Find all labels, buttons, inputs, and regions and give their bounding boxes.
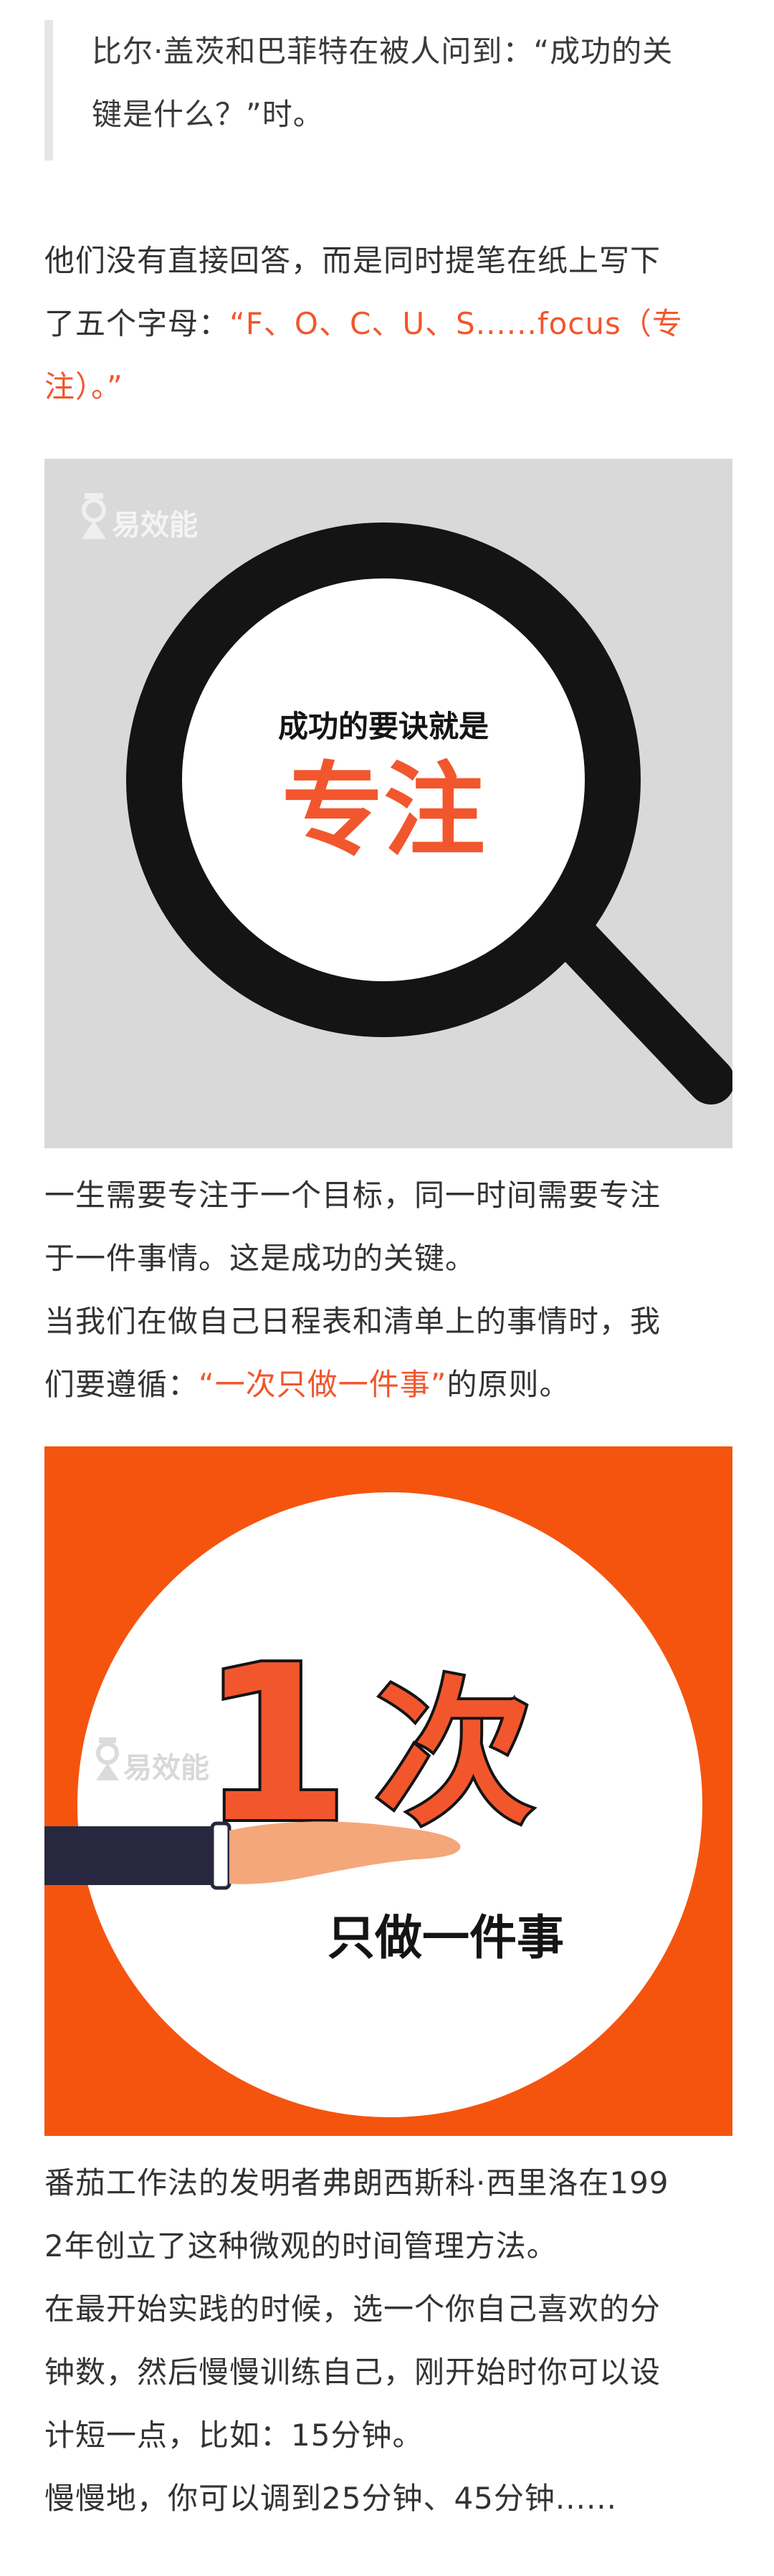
one-thing-svg: 易效能 1 次 只做一件事 <box>44 1492 702 2117</box>
magnifier-subtitle: 成功的要诀就是 <box>278 709 489 744</box>
focus-highlight-end: 注）。” <box>44 369 123 404</box>
blockquote: 比尔·盖茨和巴菲特在被人问到：“成功的关 键是什么？”时。 <box>44 20 732 161</box>
quote-line-2: 键是什么？”时。 <box>92 97 324 132</box>
paragraph-2-line-3: 当我们在做自己日程表和清单上的事情时，我 <box>44 1304 661 1339</box>
one-thing-highlight: “一次只做一件事” <box>199 1367 447 1402</box>
big-char: 次 <box>376 1662 533 1846</box>
paragraph-2-text-b: 的原则。 <box>446 1367 570 1402</box>
paragraph-3-line-1: 番茄工作法的发明者弗朗西斯科·西里洛在199 <box>44 2165 669 2200</box>
one-thing-illustration: 易效能 1 次 只做一件事 <box>44 1446 732 2136</box>
paragraph-2-line-1: 一生需要专注于一个目标，同一时间需要专注 <box>44 1178 661 1213</box>
paragraph-1-text: 了五个字母： <box>44 306 230 341</box>
caption: 只做一件事 <box>328 1910 564 1965</box>
watermark-text: 易效能 <box>123 1752 209 1785</box>
paragraph-1-line-1: 他们没有直接回答，而是同时提笔在纸上写下 <box>44 243 661 278</box>
watermark-logo-icon <box>82 493 106 539</box>
magnifier-svg: 易效能 成功的要诀就是 专注 <box>82 493 732 1105</box>
paragraph-2-text-a: 们要遵循： <box>44 1367 199 1402</box>
magnifier-illustration: 易效能 成功的要诀就是 专注 <box>44 459 732 1148</box>
paragraph-3-line-2: 2年创立了这种微观的时间管理方法。 <box>44 2228 558 2263</box>
paragraph-2-line-4: 们要遵循：“一次只做一件事”的原则。 <box>44 1353 732 1416</box>
paragraph-2-line-2: 于一件事情。这是成功的关键。 <box>44 1241 477 1276</box>
paragraph-3-line-3: 在最开始实践的时候，选一个你自己喜欢的分 <box>44 2291 661 2327</box>
paragraph-3-line-6: 慢慢地，你可以调到25分钟、45分钟...... <box>44 2481 617 2516</box>
paragraph-1-line-2: 了五个字母：“F、O、C、U、S......focus（专 <box>44 292 732 356</box>
paragraph-1-line-3: 注）。” <box>44 356 732 419</box>
watermark-text: 易效能 <box>112 509 198 542</box>
magnifier-title: 专注 <box>282 752 485 870</box>
article-page: 比尔·盖茨和巴菲特在被人问到：“成功的关 键是什么？”时。 他们没有直接回答，而… <box>0 0 774 2576</box>
sleeve <box>44 1826 224 1885</box>
cuff <box>210 1821 231 1890</box>
quote-line-1: 比尔·盖茨和巴菲特在被人问到：“成功的关 <box>92 34 674 69</box>
focus-highlight: “F、O、C、U、S......focus（专 <box>229 306 683 341</box>
paragraph-3-line-5: 计短一点，比如：15分钟。 <box>44 2418 424 2453</box>
paragraph-3-line-4: 钟数，然后慢慢训练自己，刚开始时你可以设 <box>44 2355 661 2390</box>
